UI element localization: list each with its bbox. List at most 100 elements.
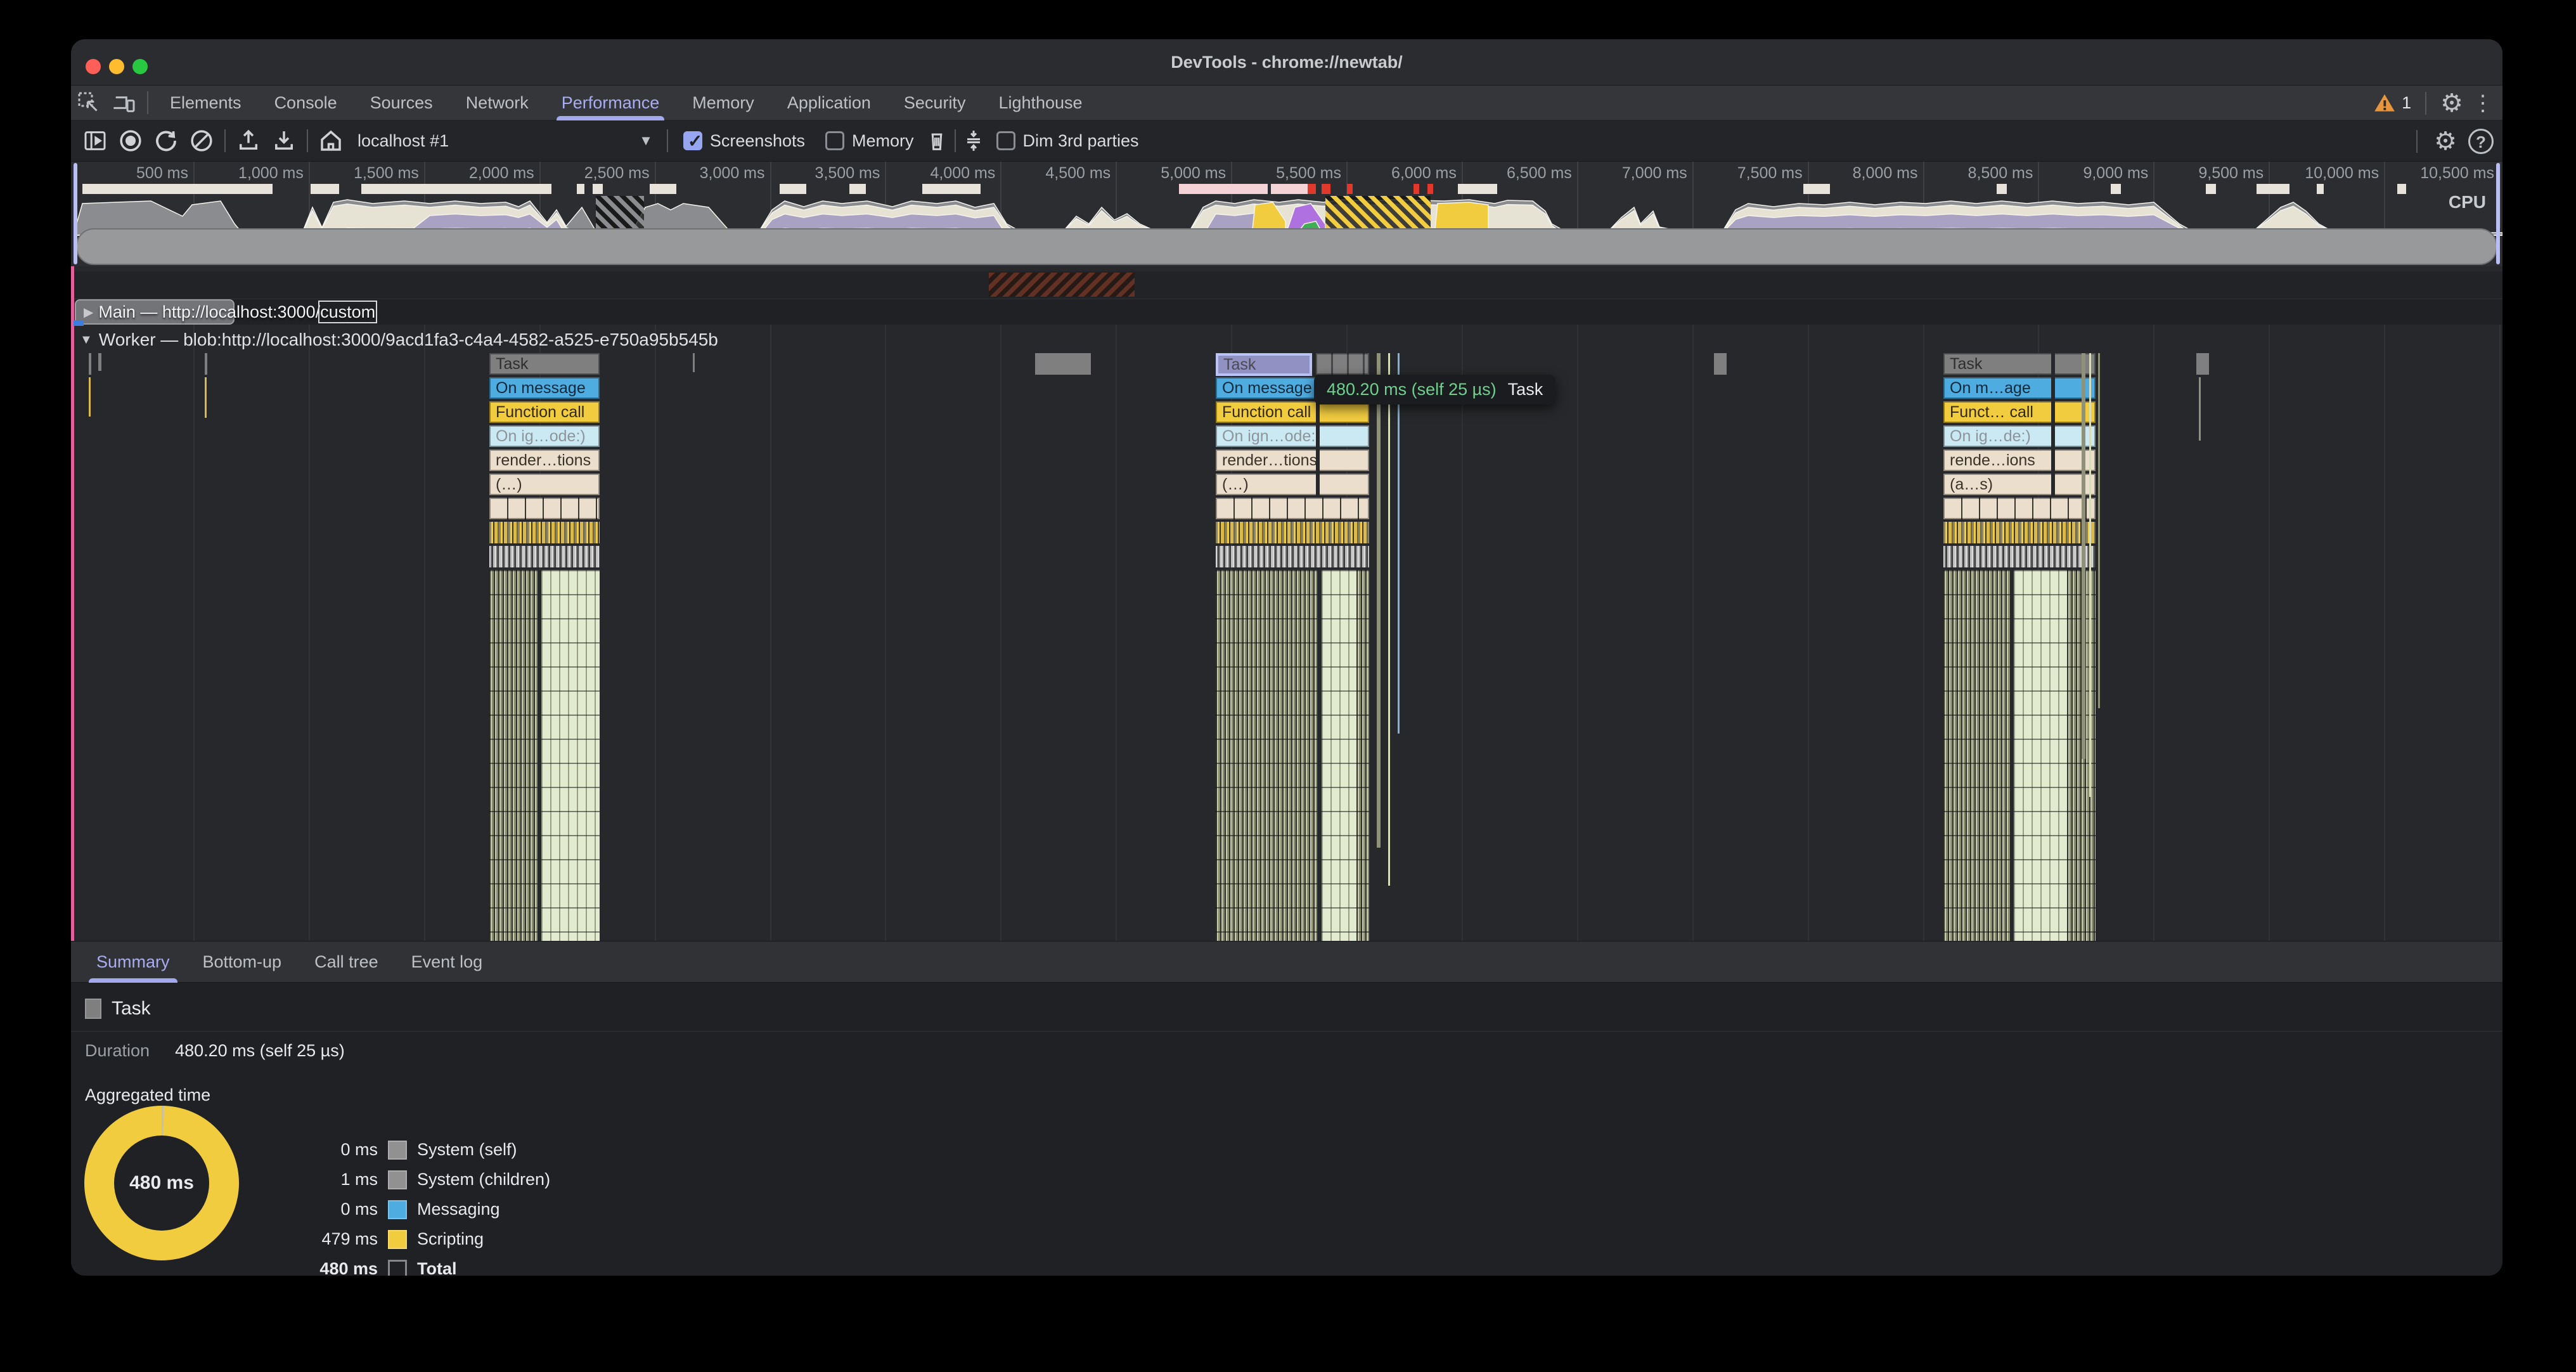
screenshot-thumb[interactable] [2317,184,2324,194]
small-task-mark[interactable] [2196,353,2209,375]
flame-bar-message[interactable]: On m…age [1943,377,2096,399]
small-task-mark[interactable] [205,377,207,418]
settings-gear-icon[interactable]: ⚙ [2440,91,2463,116]
details-tab-call-tree[interactable]: Call tree [298,941,395,983]
flame-bar-render[interactable]: (a…s) [1943,474,2096,495]
main-track[interactable]: ▶ Main — http://localhost:3000/custom [75,299,2502,325]
small-task-mark[interactable] [1714,353,1727,375]
screenshot-thumb[interactable] [2206,184,2216,194]
flame-bar-render[interactable]: (…) [489,474,600,495]
flame-band-system[interactable] [1216,546,1369,567]
flame-bar-render-children[interactable] [1216,498,1369,519]
small-task-mark[interactable] [89,377,91,417]
small-task-mark[interactable] [2199,377,2201,441]
screenshot-thumb[interactable] [593,184,603,194]
flame-band-system[interactable] [1943,546,2096,567]
reload-and-record-icon[interactable] [148,123,184,159]
screenshot-thumb[interactable] [849,184,866,194]
tab-application[interactable]: Application [771,86,887,120]
capture-settings-gear-icon[interactable]: ⚙ [2434,129,2457,154]
overview-right-handle[interactable] [2496,163,2500,264]
small-task-mark[interactable] [89,353,91,375]
timeline-overview[interactable]: 500 ms1,000 ms1,500 ms2,000 ms2,500 ms3,… [71,162,2502,266]
small-task-mark[interactable] [98,353,101,371]
screenshot-thumb[interactable] [650,184,676,194]
flame-call-stack-texture[interactable] [1356,570,1369,941]
screenshot-filmstrip[interactable] [71,183,2502,195]
flame-bar-script[interactable]: Funct… call [1943,401,2096,423]
screenshot-thumb[interactable] [2397,184,2406,194]
profile-select[interactable]: localhost #1 ▼ [349,125,662,157]
screenshot-thumb[interactable] [1803,184,1830,194]
small-task-mark[interactable] [1398,353,1400,734]
small-task-mark[interactable] [1035,353,1091,375]
screenshot-thumb[interactable] [82,184,273,194]
inspect-element-icon[interactable] [71,89,106,117]
tab-console[interactable]: Console [258,86,354,120]
details-tab-summary[interactable]: Summary [80,941,186,983]
flame-bar-task[interactable]: Task [489,353,600,375]
small-task-mark[interactable] [2089,353,2091,797]
flame-bar-script[interactable]: Function call [489,401,600,423]
details-tab-bottom-up[interactable]: Bottom-up [186,941,299,983]
tab-network[interactable]: Network [449,86,545,120]
checkbox-screenshots[interactable]: Screenshots [683,131,805,151]
issues-warning-badge[interactable]: 1 [2373,91,2411,115]
screenshot-thumb[interactable] [1347,184,1353,194]
small-task-mark[interactable] [205,353,207,375]
clear-icon[interactable] [184,123,219,159]
flame-bar-task[interactable]: Task [1943,353,2096,375]
screenshot-thumb[interactable] [361,184,551,194]
flame-bar-render[interactable]: render…tions [1216,450,1369,471]
screenshot-thumb[interactable] [1322,184,1330,194]
flame-bar-render[interactable]: render…tions [489,450,600,471]
home-icon[interactable] [313,123,349,159]
screenshot-thumb[interactable] [577,184,584,194]
flame-call-stack-texture[interactable] [541,570,600,941]
screenshot-thumb[interactable] [1427,184,1433,194]
flame-call-stack-texture[interactable] [1216,570,1317,941]
upload-profile-icon[interactable] [231,123,266,159]
small-task-mark[interactable] [693,353,695,372]
flame-bar-render[interactable]: (…) [1216,474,1369,495]
flame-band-system[interactable] [489,546,600,567]
screenshot-thumb[interactable] [311,184,339,194]
flame-band-scripting[interactable] [1216,522,1369,543]
screenshot-thumb[interactable] [1414,184,1419,194]
flame-bar-idle[interactable]: On ig…de:) [1943,425,2096,447]
screenshot-thumb[interactable] [1458,184,1497,194]
tab-security[interactable]: Security [887,86,982,120]
flame-bar-task-selected[interactable]: Task [1216,353,1312,376]
tab-memory[interactable]: Memory [676,86,771,120]
flame-bar-render-children[interactable] [1943,498,2096,519]
flame-bar-task-fragments[interactable] [1316,353,1369,375]
details-tab-event-log[interactable]: Event log [395,941,499,983]
screenshot-thumb[interactable] [1271,184,1313,194]
flame-band-scripting[interactable] [1943,522,2096,543]
flame-bar-render-children[interactable] [489,498,600,519]
small-task-mark[interactable] [1377,353,1381,848]
screenshot-thumb[interactable] [1997,184,2007,194]
screenshot-thumb[interactable] [780,184,806,194]
flame-call-stack-texture[interactable] [2014,570,2067,941]
shortcuts-collapse-icon[interactable] [961,128,986,153]
tab-performance[interactable]: Performance [545,86,676,120]
tab-sources[interactable]: Sources [354,86,449,120]
small-task-mark[interactable] [1388,353,1390,886]
overview-scrollbar-thumb[interactable] [76,228,2497,265]
flame-bar-render[interactable]: rende…ions [1943,450,2096,471]
worker-track-header[interactable]: ▼ Worker — blob:http://localhost:3000/9a… [75,327,2502,353]
toggle-sidebar-icon[interactable] [77,123,113,159]
checkbox-memory[interactable]: Memory [825,131,914,151]
flame-bar-message[interactable]: On message [489,377,600,399]
record-icon[interactable] [113,123,148,159]
flame-bar-script[interactable]: Function call [1216,401,1369,423]
flame-bar-idle[interactable]: On ign…ode:) [1216,425,1369,447]
collect-garbage-icon[interactable] [924,128,950,153]
flame-call-stack-texture[interactable] [1317,570,1322,941]
flame-call-stack-texture[interactable] [1943,570,2010,941]
screenshot-thumb[interactable] [1179,184,1268,194]
more-options-kebab-icon[interactable]: ⋮ [2472,91,2494,116]
help-icon[interactable]: ? [2468,129,2494,154]
flame-bar-idle[interactable]: On ig…ode:) [489,425,600,447]
